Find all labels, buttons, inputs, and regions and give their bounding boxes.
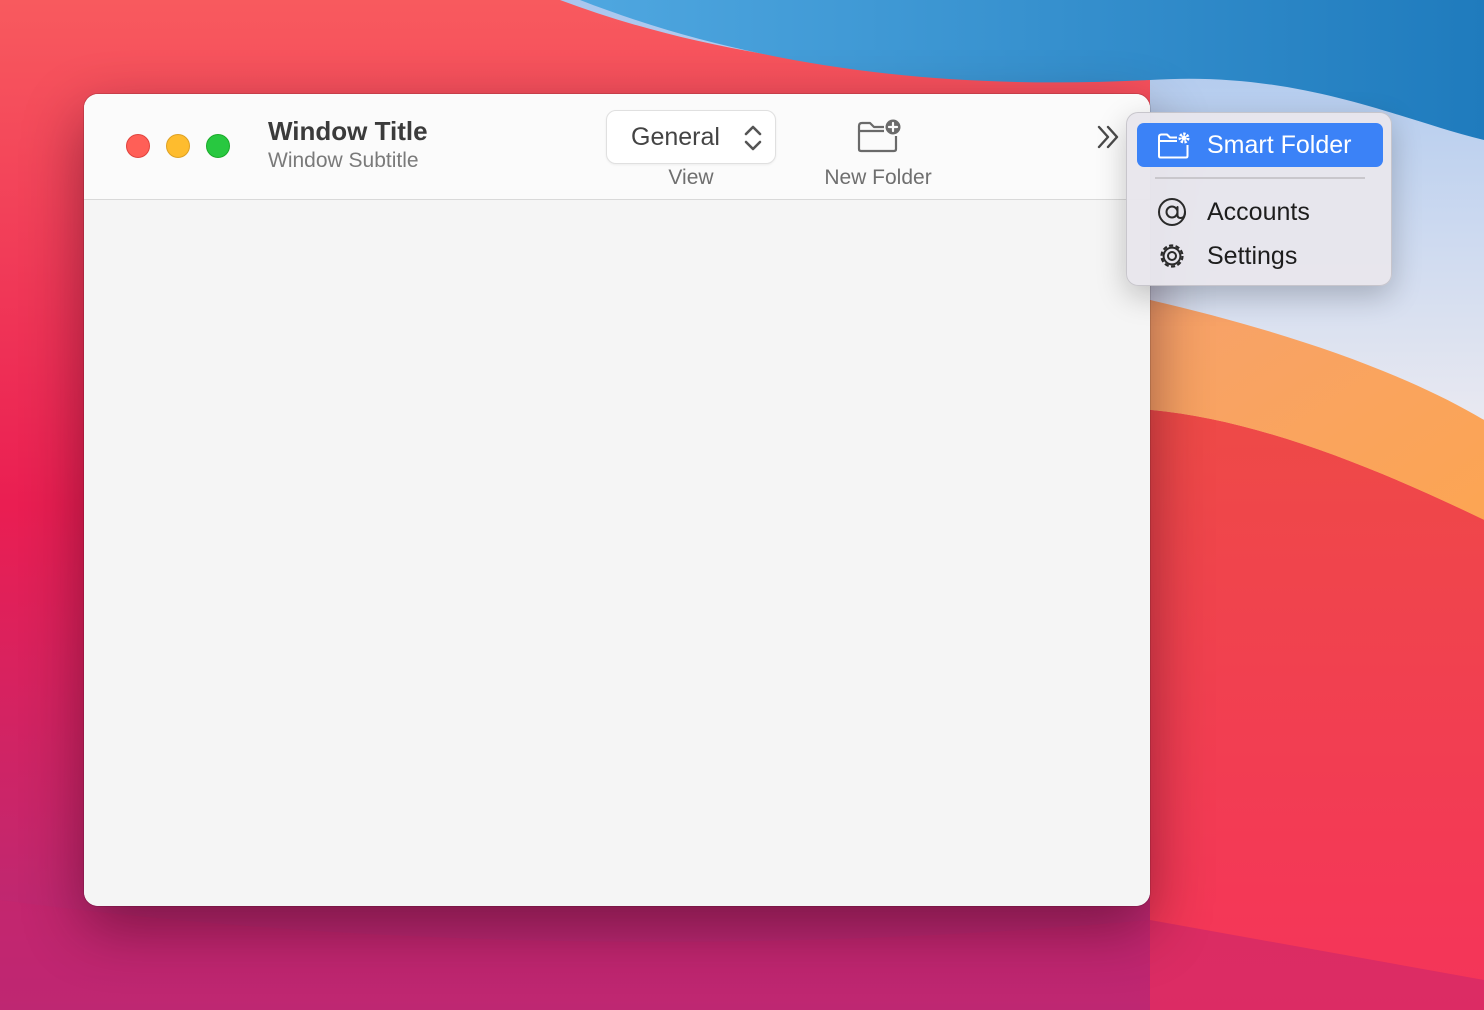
new-folder-label: New Folder bbox=[824, 166, 932, 189]
view-label: View bbox=[668, 166, 714, 189]
app-window: Window Title Window Subtitle General Vie… bbox=[84, 94, 1150, 906]
folder-badge-plus-icon bbox=[857, 119, 901, 153]
chevron-up-down-icon bbox=[744, 125, 762, 151]
menu-item-label: Settings bbox=[1207, 242, 1298, 270]
zoom-button[interactable] bbox=[206, 134, 230, 158]
window-content bbox=[84, 200, 1150, 906]
folder-gear-icon bbox=[1158, 132, 1190, 159]
window-toolbar: Window Title Window Subtitle General Vie… bbox=[84, 94, 1150, 200]
toolbar-overflow-menu: Smart Folder Accounts Settings bbox=[1126, 112, 1392, 286]
menu-item-label: Smart Folder bbox=[1207, 131, 1352, 159]
gear-icon bbox=[1160, 244, 1184, 268]
minimize-button[interactable] bbox=[166, 134, 190, 158]
new-folder-button[interactable]: New Folder bbox=[808, 110, 948, 196]
menu-item-smart-folder[interactable]: Smart Folder bbox=[1137, 123, 1383, 167]
menu-separator bbox=[1155, 177, 1365, 179]
menu-item-accounts[interactable]: Accounts bbox=[1137, 190, 1383, 234]
view-popup-value: General bbox=[631, 123, 720, 151]
close-button[interactable] bbox=[126, 134, 150, 158]
window-title: Window Title bbox=[268, 116, 428, 146]
chevron-double-right-icon[interactable] bbox=[1094, 122, 1124, 152]
menu-item-label: Accounts bbox=[1207, 198, 1310, 226]
at-sign-icon bbox=[1158, 198, 1186, 226]
window-subtitle: Window Subtitle bbox=[268, 149, 419, 172]
menu-item-settings[interactable]: Settings bbox=[1137, 234, 1383, 278]
view-popup-button[interactable]: General bbox=[606, 110, 776, 164]
